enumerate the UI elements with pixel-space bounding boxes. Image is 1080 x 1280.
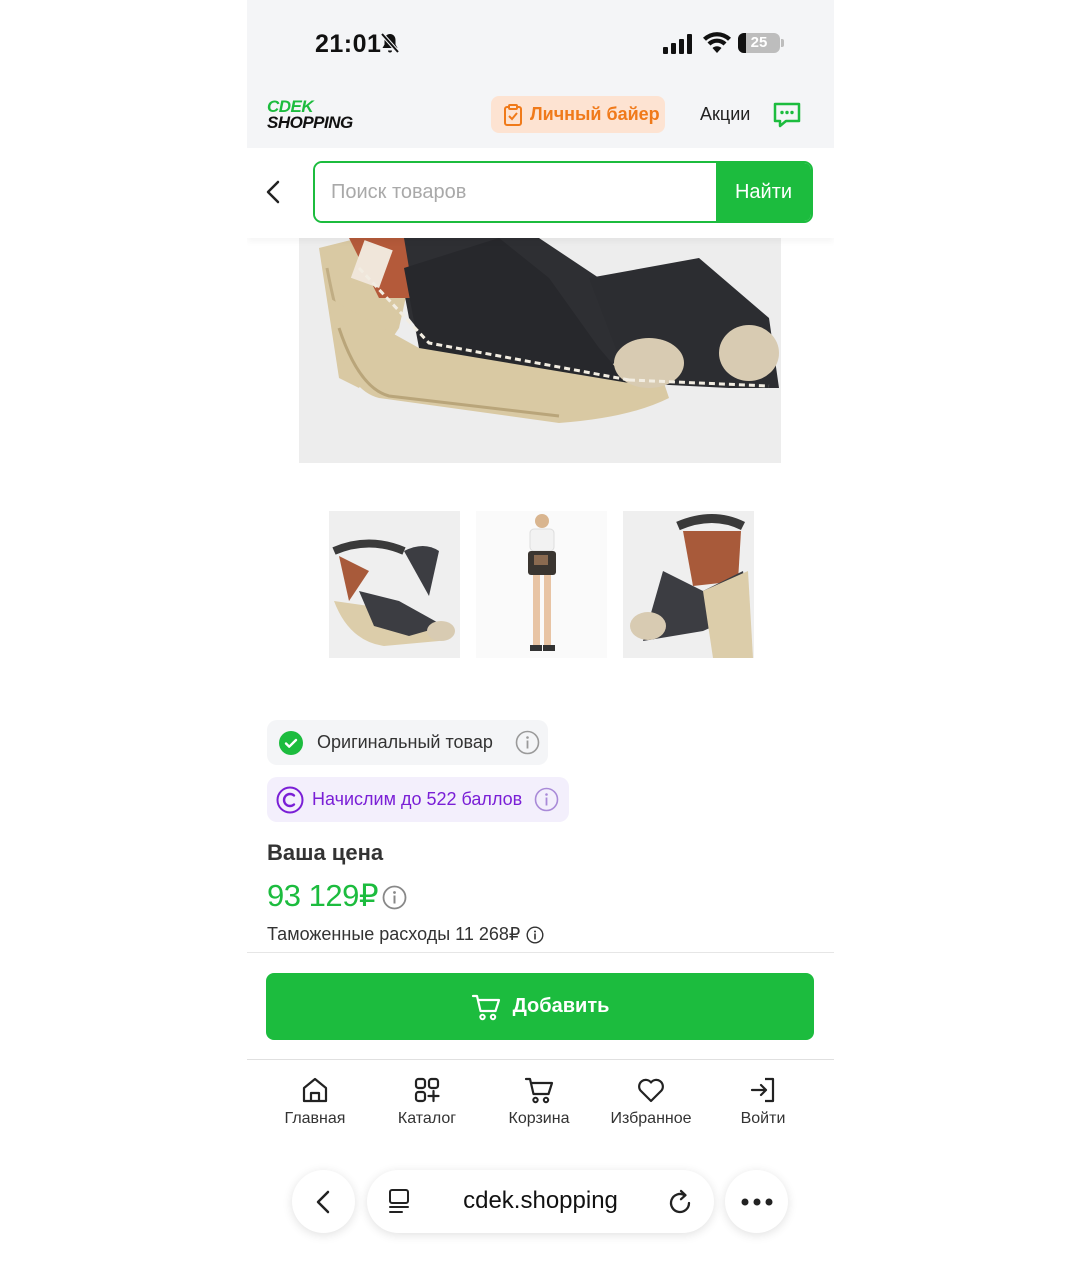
browser-more-button[interactable] [725, 1170, 788, 1233]
reload-icon[interactable] [667, 1187, 695, 1217]
nav-label: Войти [740, 1110, 786, 1127]
product-thumbnail[interactable] [623, 511, 754, 658]
add-to-cart-button[interactable]: Добавить [266, 973, 814, 1040]
chevron-left-icon [316, 1190, 329, 1213]
bonus-coin-icon [276, 786, 304, 813]
site-header: CDEK SHOPPING Личный байер Акции [247, 88, 834, 148]
bottom-navigation: Главная Каталог Корзина Избранное Войти [247, 1075, 834, 1145]
bonus-points-label: Начислим до 522 баллов [312, 789, 523, 809]
home-icon [302, 1077, 328, 1103]
info-icon[interactable] [515, 730, 540, 755]
status-bar: 21:01 25 [247, 0, 834, 88]
customs-fee-label: Таможенные расходы 11 268₽ [267, 924, 521, 944]
nav-item-cart[interactable]: Корзина [483, 1075, 595, 1145]
nav-item-login[interactable]: Войти [707, 1075, 819, 1145]
search-bar: Найти [247, 148, 834, 238]
search-button[interactable]: Найти [716, 163, 811, 221]
personal-buyer-label: Личный байер [530, 104, 660, 124]
product-thumbnail[interactable] [329, 511, 460, 658]
info-icon[interactable] [526, 925, 544, 944]
customs-fee: Таможенные расходы 11 268₽ [267, 924, 544, 945]
divider [247, 1059, 834, 1060]
price-label: Ваша цена [267, 840, 384, 865]
espadrille-shoes-image [299, 238, 781, 463]
clipboard-check-icon [504, 103, 522, 126]
promotions-link[interactable]: Акции [700, 104, 750, 125]
battery-tip [781, 39, 784, 47]
nav-label: Каталог [397, 1110, 457, 1127]
bonus-points-badge: Начислим до 522 баллов [267, 777, 569, 822]
login-icon [750, 1077, 775, 1103]
status-time: 21:01 [315, 30, 382, 58]
cdek-shopping-logo[interactable]: CDEK SHOPPING [267, 98, 353, 132]
cart-icon [524, 1077, 554, 1104]
price-value: 93 129₽ [267, 878, 379, 913]
thumbnail-model-outfit [476, 511, 607, 658]
nav-label: Избранное [610, 1110, 692, 1127]
nav-item-catalog[interactable]: Каталог [371, 1075, 483, 1145]
logo-line2: SHOPPING [267, 113, 353, 132]
heart-icon [638, 1078, 664, 1103]
cart-icon [471, 994, 500, 1020]
thumbnail-shoes-side [329, 511, 460, 658]
battery-level: 25 [750, 34, 768, 51]
cellular-signal-icon [663, 34, 692, 54]
original-product-badge: Оригинальный товар [267, 720, 548, 765]
back-arrow-icon[interactable] [262, 176, 286, 208]
personal-buyer-button[interactable]: Личный байер [491, 96, 665, 133]
nav-label: Корзина [508, 1110, 570, 1127]
check-circle-icon [279, 730, 303, 755]
search-input[interactable] [315, 163, 716, 221]
bell-slash-icon [380, 32, 400, 54]
more-dots-icon [741, 1198, 772, 1205]
info-icon[interactable] [382, 885, 407, 910]
thumbnail-shoe-back [623, 511, 754, 658]
browser-back-button[interactable] [292, 1170, 355, 1233]
battery-indicator: 25 [738, 33, 780, 53]
browser-url: cdek.shopping [463, 1187, 618, 1214]
search-box: Найти [313, 161, 813, 223]
chat-icon[interactable] [772, 100, 802, 130]
browser-address-bar[interactable]: cdek.shopping [367, 1170, 714, 1233]
product-thumbnail[interactable] [476, 511, 607, 658]
add-to-cart-label: Добавить [512, 995, 610, 1017]
divider [247, 952, 834, 953]
info-icon[interactable] [534, 787, 559, 812]
product-main-image[interactable] [299, 238, 781, 463]
original-product-label: Оригинальный товар [317, 732, 493, 752]
nav-item-favorites[interactable]: Избранное [595, 1075, 707, 1145]
nav-label: Главная [284, 1110, 346, 1127]
catalog-icon [414, 1077, 440, 1103]
nav-item-home[interactable]: Главная [259, 1075, 371, 1145]
wifi-icon [703, 32, 731, 53]
phone-screen: 21:01 25 CDEK SHOPPING Личный байер Акци… [247, 0, 834, 1280]
